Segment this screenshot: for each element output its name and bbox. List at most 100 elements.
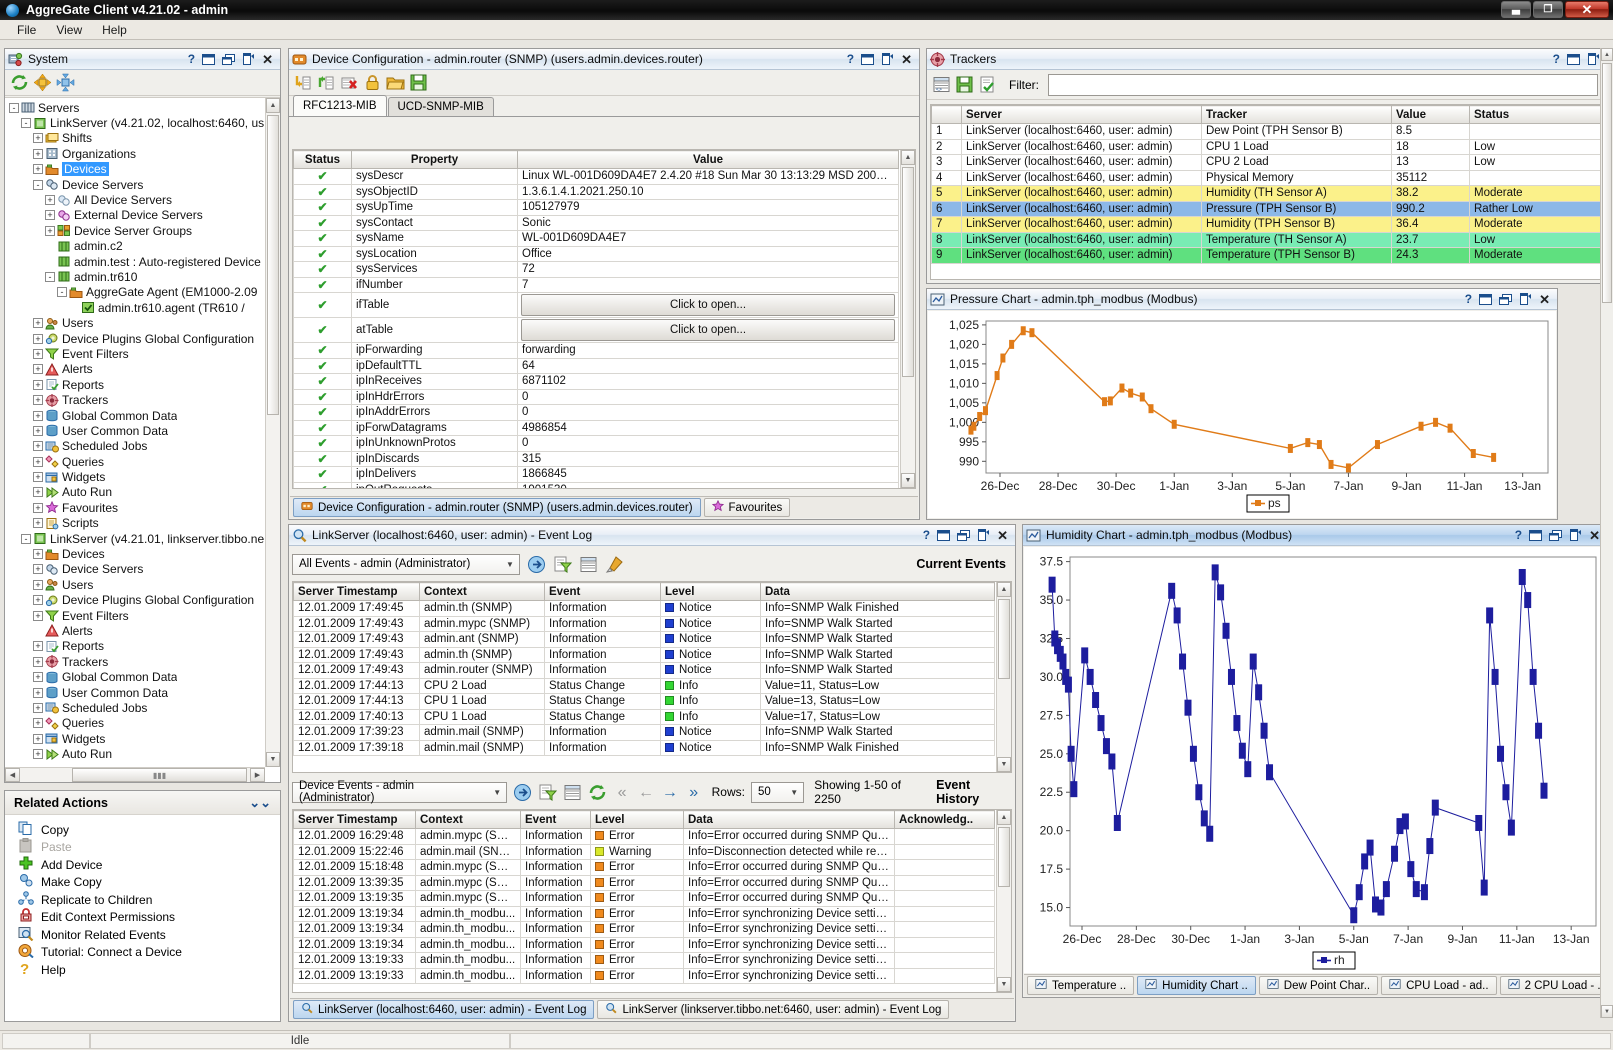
maximize-icon[interactable]: [1479, 294, 1492, 305]
table-icon[interactable]: [579, 555, 598, 574]
click-to-open-button[interactable]: Click to open...: [521, 294, 895, 316]
scroll-up-arrow[interactable]: ▲: [901, 150, 915, 165]
help-icon[interactable]: ?: [1465, 293, 1472, 305]
column-event[interactable]: Event: [545, 583, 661, 601]
humidity-chart-area[interactable]: 37.535.032.530.027.525.022.520.017.515.0…: [1024, 547, 1606, 973]
tree-hscroll-thumb[interactable]: ▮▮▮: [72, 768, 247, 782]
tree-expander[interactable]: +: [33, 703, 43, 713]
pin-icon[interactable]: [1519, 293, 1532, 305]
table-row[interactable]: 5LinkServer (localhost:6460, user: admin…: [932, 186, 1603, 202]
column-timestamp[interactable]: Server Timestamp: [294, 811, 416, 829]
scroll-up-arrow[interactable]: ▲: [997, 582, 1011, 597]
workspace-vertical-scrollbar[interactable]: ▲ ▼: [1600, 48, 1613, 1018]
column-value[interactable]: Value: [1392, 106, 1470, 124]
table-row[interactable]: ✔ifNumber7: [294, 277, 899, 293]
tree-item-user-common-data[interactable]: +User Common Data: [9, 685, 264, 700]
devcfg-vertical-scrollbar[interactable]: ▲ ▼: [900, 150, 915, 488]
column-data[interactable]: Data: [684, 811, 895, 829]
collapse-icon[interactable]: [56, 73, 75, 92]
filter-input[interactable]: [1048, 74, 1598, 96]
first-icon[interactable]: «: [613, 783, 631, 802]
tree-item-widgets[interactable]: +Widgets: [9, 469, 264, 484]
go-icon[interactable]: [513, 783, 532, 802]
refresh-icon[interactable]: [10, 73, 29, 92]
event-history-scroll-thumb[interactable]: [998, 827, 1010, 887]
column-value[interactable]: Value: [518, 151, 899, 169]
tree-item-scheduled-jobs[interactable]: +Scheduled Jobs: [9, 439, 264, 454]
table-row[interactable]: ✔ipInDelivers1866845: [294, 467, 899, 483]
tree-expander[interactable]: +: [45, 210, 55, 220]
tree-expander[interactable]: -: [9, 103, 19, 113]
tree-item-alerts[interactable]: Alerts: [9, 623, 264, 638]
table-row[interactable]: ✔sysUpTime105127979: [294, 200, 899, 216]
go-icon[interactable]: [527, 555, 546, 574]
table-row[interactable]: 12.01.2009 13:19:34admin.th_modbu...Info…: [294, 937, 995, 953]
tree-expander[interactable]: +: [33, 395, 43, 405]
tree-item-alerts[interactable]: +Alerts: [9, 362, 264, 377]
scroll-down-arrow[interactable]: ▼: [1601, 1005, 1613, 1018]
column-tracker[interactable]: Tracker: [1202, 106, 1392, 124]
tree-item-queries[interactable]: +Queries: [9, 454, 264, 469]
last-icon[interactable]: »: [685, 783, 703, 802]
tree-expander[interactable]: +: [33, 441, 43, 451]
tree-item-admin-c2[interactable]: admin.c2: [9, 239, 264, 254]
related-action-help[interactable]: ?Help: [5, 961, 280, 979]
tree-expander[interactable]: +: [45, 195, 55, 205]
maximize-icon[interactable]: [1567, 54, 1580, 65]
menu-file[interactable]: File: [8, 21, 45, 39]
table-row[interactable]: 12.01.2009 13:19:33admin.th_modbu...Info…: [294, 968, 995, 984]
column-event[interactable]: Event: [521, 811, 591, 829]
table-row[interactable]: 12.01.2009 13:39:35admin.mypc (SNMP)Info…: [294, 875, 995, 891]
table-row[interactable]: ✔sysDescrLinux WL-001D609DA4E7 2.4.20 #1…: [294, 169, 899, 185]
menu-view[interactable]: View: [47, 21, 91, 39]
table-row[interactable]: ✔sysLocationOffice: [294, 246, 899, 262]
tree-item-user-common-data[interactable]: +User Common Data: [9, 423, 264, 438]
tree-item-device-plugins-global-configuration[interactable]: +Device Plugins Global Configuration: [9, 593, 264, 608]
restore-icon[interactable]: [1499, 294, 1512, 305]
tree-item-event-filters[interactable]: +Event Filters: [9, 346, 264, 361]
menu-help[interactable]: Help: [93, 21, 136, 39]
tree-expander[interactable]: -: [21, 534, 31, 544]
table-row[interactable]: ✔sysNameWL-001D609DA4E7: [294, 231, 899, 247]
tree-expander[interactable]: +: [33, 164, 43, 174]
tree-item-auto-run[interactable]: +Auto Run: [9, 746, 264, 761]
event-top-scroll-thumb[interactable]: [998, 599, 1010, 679]
column-level[interactable]: Level: [661, 583, 761, 601]
tree-expander[interactable]: +: [33, 749, 43, 759]
tab-ucd-snmp-mib[interactable]: UCD-SNMP-MIB: [388, 97, 494, 116]
tree-expander[interactable]: +: [33, 487, 43, 497]
column-level[interactable]: Level: [591, 811, 684, 829]
device-events-select[interactable]: Device Events - admin (Administrator) ▼: [292, 782, 507, 803]
tree-horizontal-scrollbar[interactable]: ◀ ▮▮▮ ▶: [5, 767, 265, 782]
column-context[interactable]: Context: [420, 583, 545, 601]
related-action-replicate-to-children[interactable]: Replicate to Children: [5, 891, 280, 909]
column-status[interactable]: Status: [294, 151, 352, 169]
table-row[interactable]: 12.01.2009 13:19:34admin.th_modbu...Info…: [294, 906, 995, 922]
clear-icon[interactable]: [605, 555, 624, 574]
tree-expander[interactable]: +: [33, 334, 43, 344]
chart-tab-temperature[interactable]: Temperature ..: [1027, 976, 1134, 995]
tree-expander[interactable]: +: [33, 549, 43, 559]
tree-item-reports[interactable]: +Reports: [9, 639, 264, 654]
apply-icon[interactable]: [978, 75, 997, 94]
table-row[interactable]: 1LinkServer (localhost:6460, user: admin…: [932, 124, 1603, 140]
maximize-icon[interactable]: [202, 54, 215, 65]
close-icon[interactable]: ✕: [262, 53, 273, 66]
scroll-left-arrow[interactable]: ◀: [5, 768, 20, 782]
close-icon[interactable]: ✕: [997, 529, 1008, 542]
refresh-icon[interactable]: [588, 783, 607, 802]
scroll-down-arrow[interactable]: ▼: [997, 757, 1011, 772]
restore-icon[interactable]: [222, 54, 235, 65]
tree-item-trackers[interactable]: +Trackers: [9, 654, 264, 669]
tree-expander[interactable]: +: [33, 718, 43, 728]
filter-icon[interactable]: [553, 555, 572, 574]
tree-item-global-common-data[interactable]: +Global Common Data: [9, 669, 264, 684]
table-row[interactable]: 12.01.2009 17:39:18admin.mail (SNMP)Info…: [294, 740, 995, 756]
table-row[interactable]: 12.01.2009 13:19:33admin.th_modbu...Info…: [294, 953, 995, 969]
table-row[interactable]: 12.01.2009 15:18:48admin.mypc (SNMP)Info…: [294, 860, 995, 876]
close-icon[interactable]: ✕: [1589, 529, 1600, 542]
pin-icon[interactable]: [881, 53, 894, 65]
tree-expander[interactable]: +: [45, 226, 55, 236]
table-row[interactable]: 12.01.2009 17:39:23admin.mail (SNMP)Info…: [294, 725, 995, 741]
chart-tab-humidity-chart[interactable]: Humidity Chart ..: [1137, 976, 1256, 995]
